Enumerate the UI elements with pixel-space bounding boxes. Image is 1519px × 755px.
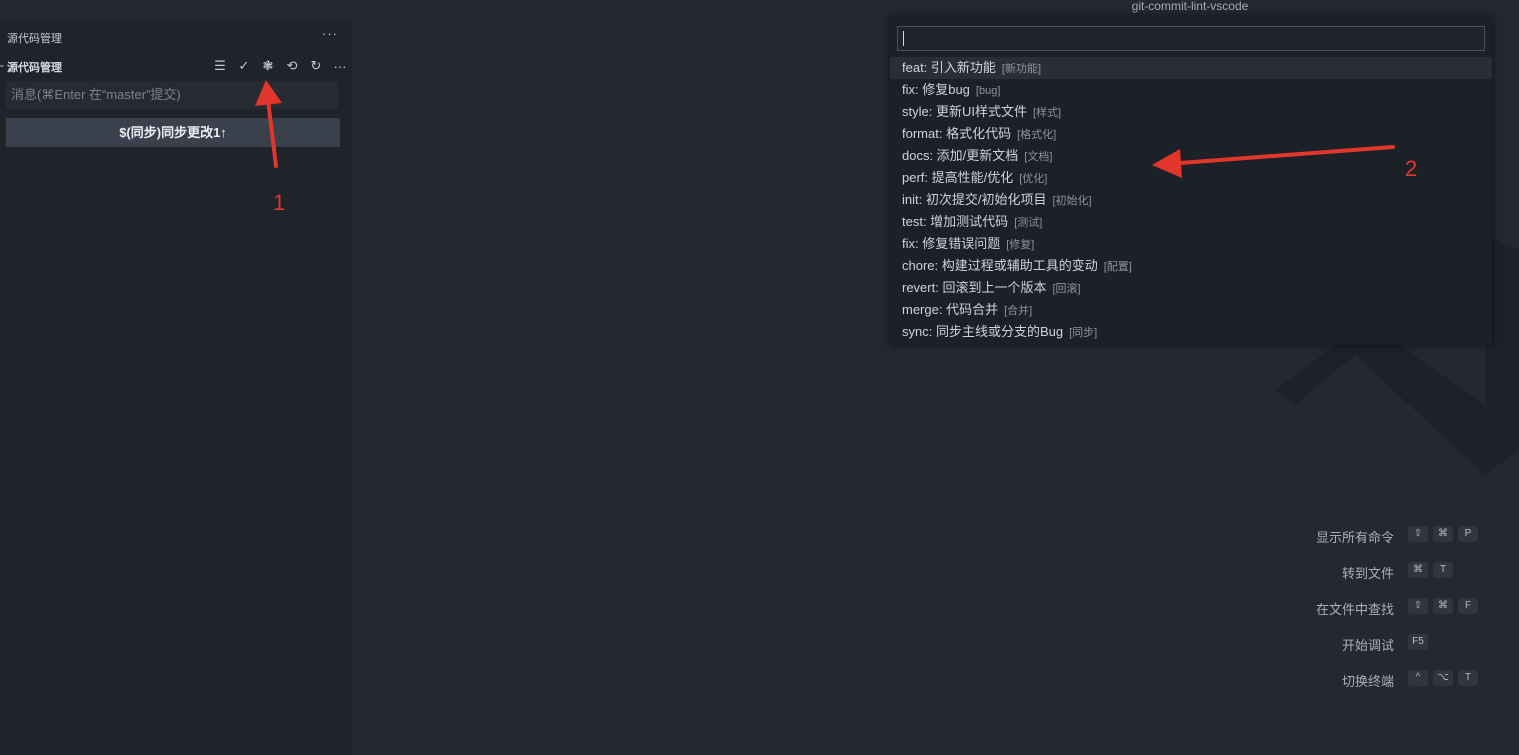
arrow-1-head	[255, 80, 282, 106]
arrow-1-shaft	[266, 98, 278, 168]
annotation-marker-2: 2	[1405, 156, 1418, 181]
annotation-arrows	[255, 80, 1395, 178]
annotation-marker-1: 1	[273, 190, 286, 215]
arrow-2-shaft	[1178, 145, 1395, 165]
arrow-2-head	[1152, 149, 1182, 178]
